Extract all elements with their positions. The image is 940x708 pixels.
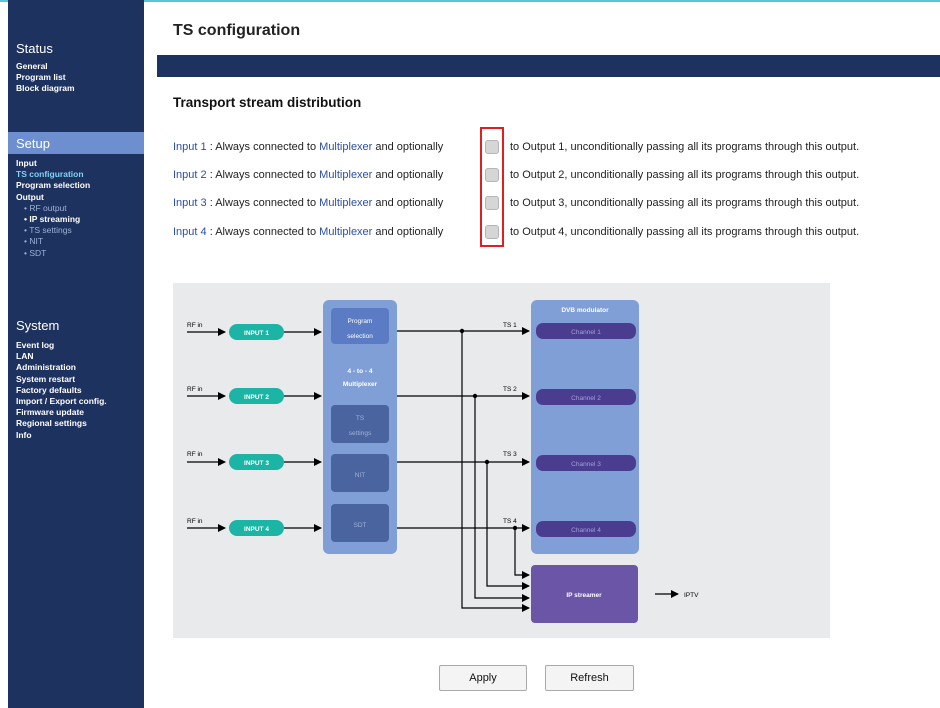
sidebar-item-program-selection[interactable]: Program selection xyxy=(16,180,90,191)
distribution-row-2-tail: to Output 2, unconditionally passing all… xyxy=(510,169,860,181)
page-title: TS configuration xyxy=(173,22,301,39)
input-3-label: INPUT 3 xyxy=(244,460,269,467)
apply-button[interactable]: Apply xyxy=(439,665,527,691)
sidebar-item-system-restart[interactable]: System restart xyxy=(16,374,107,385)
ip-streamer-label: IP streamer xyxy=(566,592,602,599)
distribution-row-4-tail: to Output 4, unconditionally passing all… xyxy=(510,226,860,238)
row-text: and optionally xyxy=(372,197,444,209)
sidebar-item-firmware-update[interactable]: Firmware update xyxy=(16,407,107,418)
sidebar-item-factory-defaults[interactable]: Factory defaults xyxy=(16,385,107,396)
row-text: : Always connected to xyxy=(206,141,320,153)
distribution-row-2: Input 2 : Always connected to Multiplexe… xyxy=(173,169,443,181)
sidebar-subitem-sdt[interactable]: • SDT xyxy=(16,248,90,259)
ts-2-label: TS 2 xyxy=(503,386,517,393)
sidebar-subitem-nit[interactable]: • NIT xyxy=(16,236,90,247)
multiplexer-label: Multiplexer xyxy=(319,197,373,209)
row-text: and optionally xyxy=(372,169,444,181)
rf-in-2-label: RF in xyxy=(187,386,203,393)
header-bar xyxy=(157,55,940,77)
sidebar-item-regional-settings[interactable]: Regional settings xyxy=(16,418,107,429)
block-diagram: Program selection 4 - to - 4 Multiplexer… xyxy=(173,283,830,638)
dvb-modulator-label: DVB modulator xyxy=(561,307,609,314)
sidebar-item-general[interactable]: General xyxy=(16,61,75,72)
row-text: : Always connected to xyxy=(206,226,320,238)
refresh-button[interactable]: Refresh xyxy=(545,665,634,691)
distribution-row-1-tail: to Output 1, unconditionally passing all… xyxy=(510,141,860,153)
multiplexer-label: Multiplexer xyxy=(319,141,373,153)
multiplexer-label-2: Multiplexer xyxy=(343,381,378,388)
sidebar-item-output[interactable]: Output xyxy=(16,192,90,203)
rf-in-3-label: RF in xyxy=(187,451,203,458)
sidebar-system-list: Event log LAN Administration System rest… xyxy=(16,340,107,441)
program-selection-label-1: Program xyxy=(348,318,373,325)
multiplexer-label: Multiplexer xyxy=(319,169,373,181)
sidebar-subitem-ip-streaming[interactable]: • IP streaming xyxy=(16,214,90,225)
sidebar-section-system: System xyxy=(16,318,60,333)
multiplexer-label-1: 4 - to - 4 xyxy=(348,368,373,375)
sidebar-setup-list: Input TS configuration Program selection… xyxy=(16,158,90,259)
sidebar-subitem-ts-settings[interactable]: • TS settings xyxy=(16,225,90,236)
rf-in-1-label: RF in xyxy=(187,322,203,329)
sidebar-item-program-list[interactable]: Program list xyxy=(16,72,75,83)
sidebar-subitem-rf-output[interactable]: • RF output xyxy=(16,203,90,214)
row-text: and optionally xyxy=(372,141,444,153)
sdt-label: SDT xyxy=(354,522,367,529)
channel-4-label: Channel 4 xyxy=(571,527,601,534)
sidebar-item-info[interactable]: Info xyxy=(16,430,107,441)
nit-label: NIT xyxy=(355,472,366,479)
distribution-row-1: Input 1 : Always connected to Multiplexe… xyxy=(173,141,443,153)
input-4-label: INPUT 4 xyxy=(244,526,269,533)
ip-streamer-taps xyxy=(461,331,530,612)
input-label: Input 3 xyxy=(173,197,207,209)
row-text: : Always connected to xyxy=(206,169,320,181)
rf-in-4-label: RF in xyxy=(187,518,203,525)
program-selection-label-2: selection xyxy=(347,333,373,340)
ts-3-label: TS 3 xyxy=(503,451,517,458)
sidebar-section-status: Status xyxy=(16,41,53,56)
section-heading: Transport stream distribution xyxy=(173,95,362,110)
sidebar-item-event-log[interactable]: Event log xyxy=(16,340,107,351)
ts-4-label: TS 4 xyxy=(503,518,517,525)
ts-settings-label-1: TS xyxy=(356,415,365,422)
sidebar-item-block-diagram[interactable]: Block diagram xyxy=(16,83,75,94)
multiplexer-label: Multiplexer xyxy=(319,226,373,238)
row-text: : Always connected to xyxy=(206,197,320,209)
channel-1-label: Channel 1 xyxy=(571,329,601,336)
channel-3-label: Channel 3 xyxy=(571,461,601,468)
input-label: Input 4 xyxy=(173,226,207,238)
ts-settings-label-2: settings xyxy=(349,430,372,437)
distribution-row-3: Input 3 : Always connected to Multiplexe… xyxy=(173,197,443,209)
sidebar-status-list: General Program list Block diagram xyxy=(16,61,75,95)
distribution-row-3-tail: to Output 3, unconditionally passing all… xyxy=(510,197,860,209)
ts-1-label: TS 1 xyxy=(503,322,517,329)
distribution-row-4: Input 4 : Always connected to Multiplexe… xyxy=(173,226,443,238)
input-2-label: INPUT 2 xyxy=(244,394,269,401)
ts-settings-block xyxy=(331,405,389,443)
row-text: and optionally xyxy=(372,226,444,238)
sidebar-item-ts-configuration[interactable]: TS configuration xyxy=(16,169,90,180)
sidebar: Status General Program list Block diagra… xyxy=(8,0,144,708)
sidebar-section-setup: Setup xyxy=(16,136,50,151)
channel-2-label: Channel 2 xyxy=(571,395,601,402)
block-diagram-svg: Program selection 4 - to - 4 Multiplexer… xyxy=(187,300,699,623)
checkbox-highlight-box xyxy=(480,127,504,247)
input-label: Input 1 xyxy=(173,141,207,153)
sidebar-item-input[interactable]: Input xyxy=(16,158,90,169)
input-label: Input 2 xyxy=(173,169,207,181)
sidebar-item-lan[interactable]: LAN xyxy=(16,351,107,362)
input-1-label: INPUT 1 xyxy=(244,330,269,337)
iptv-label: IPTV xyxy=(684,592,699,599)
sidebar-item-administration[interactable]: Administration xyxy=(16,362,107,373)
sidebar-item-import-export[interactable]: Import / Export config. xyxy=(16,396,107,407)
junction-dots xyxy=(459,328,518,531)
